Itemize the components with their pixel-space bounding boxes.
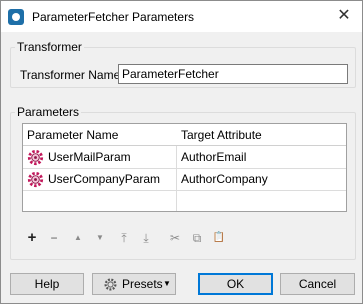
- chevron-down-icon: ▼: [163, 279, 171, 288]
- gear-icon: [104, 278, 117, 291]
- parameters-table[interactable]: Parameter Name Target Attribute UserMail…: [22, 123, 347, 212]
- transformer-group: Transformer Transformer Name:: [10, 40, 356, 88]
- title-bar: ParameterFetcher Parameters ✕: [1, 1, 362, 32]
- copy-icon[interactable]: ⧉: [188, 229, 206, 247]
- move-to-bottom-icon[interactable]: ⤓: [137, 229, 155, 247]
- paste-icon[interactable]: 📋: [210, 229, 228, 247]
- transformer-name-label: Transformer Name:: [20, 68, 124, 82]
- transformer-name-input[interactable]: [118, 64, 348, 84]
- move-down-icon[interactable]: ▼: [91, 229, 109, 247]
- app-icon: [8, 9, 24, 25]
- parameter-name-cell[interactable]: UserMailParam: [48, 150, 131, 164]
- table-row[interactable]: UserMailParam AuthorEmail: [23, 147, 346, 169]
- parameter-name-cell[interactable]: UserCompanyParam: [48, 172, 160, 186]
- move-to-top-icon[interactable]: ⤒: [115, 229, 133, 247]
- cut-icon[interactable]: ✂: [166, 229, 184, 247]
- table-row[interactable]: UserCompanyParam AuthorCompany: [23, 169, 346, 191]
- presets-label: Presets: [122, 277, 163, 291]
- target-attribute-cell[interactable]: AuthorCompany: [181, 172, 268, 186]
- parameters-legend: Parameters: [15, 105, 82, 119]
- add-icon[interactable]: +: [23, 229, 41, 247]
- move-up-icon[interactable]: ▲: [69, 229, 87, 247]
- close-icon[interactable]: ✕: [334, 6, 354, 26]
- column-header-parameter-name[interactable]: Parameter Name: [27, 128, 118, 142]
- window-title: ParameterFetcher Parameters: [32, 10, 195, 24]
- parameters-group: Parameters Parameter Name Target Attribu…: [10, 105, 356, 260]
- ok-button[interactable]: OK: [198, 273, 273, 295]
- empty-table-row[interactable]: [23, 191, 346, 213]
- help-button[interactable]: Help: [10, 273, 84, 295]
- dialog-window: ParameterFetcher Parameters ✕ Transforme…: [0, 0, 363, 304]
- presets-button[interactable]: Presets ▼: [92, 273, 176, 295]
- target-attribute-cell[interactable]: AuthorEmail: [181, 150, 246, 164]
- column-header-target-attribute[interactable]: Target Attribute: [181, 128, 262, 142]
- transformer-legend: Transformer: [15, 40, 84, 54]
- cancel-button[interactable]: Cancel: [280, 273, 355, 295]
- gear-icon: [27, 171, 44, 188]
- remove-icon[interactable]: −: [45, 229, 63, 247]
- table-header: Parameter Name Target Attribute: [23, 124, 346, 146]
- gear-icon: [27, 149, 44, 166]
